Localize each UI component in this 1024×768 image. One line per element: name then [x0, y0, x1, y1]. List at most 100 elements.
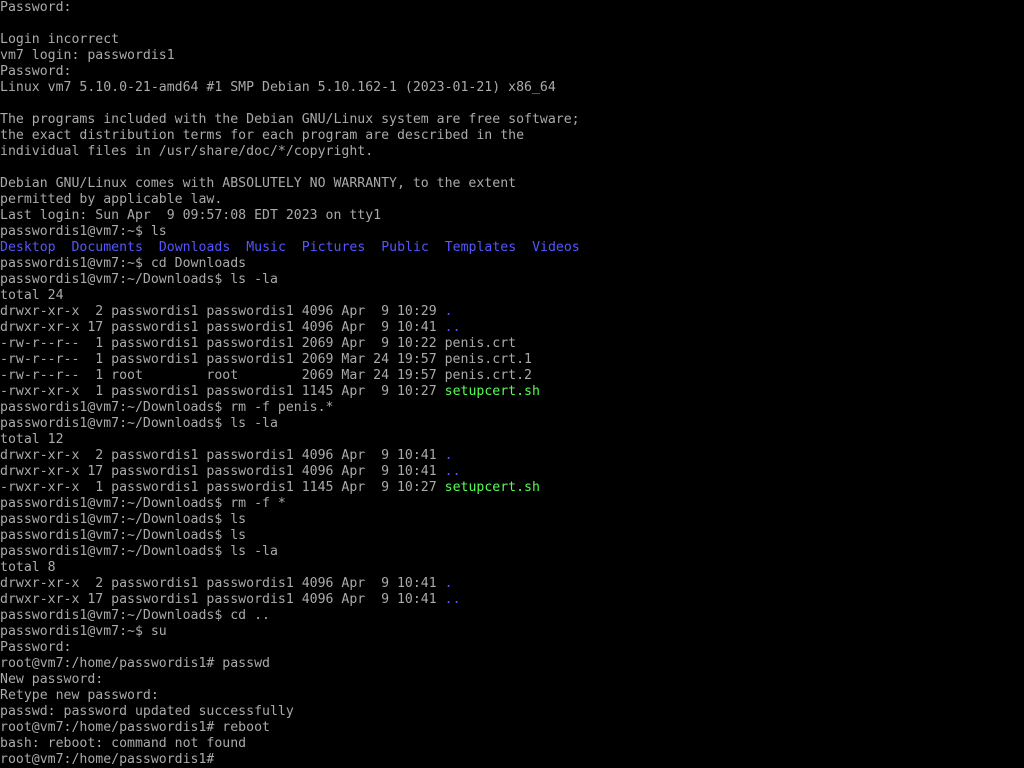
directory-entry: .. — [444, 464, 461, 479]
terminal-text: individual files in /usr/share/doc/*/cop… — [0, 144, 374, 159]
terminal-line: drwxr-xr-x 17 passwordis1 passwordis1 40… — [0, 464, 461, 480]
terminal-line: total 24 — [0, 288, 64, 304]
directory-entry: . — [444, 304, 453, 319]
terminal-text: the exact distribution terms for each pr… — [0, 128, 525, 143]
terminal-text: passwordis1@vm7:~/Downloads$ cd .. — [0, 608, 270, 623]
terminal-text: root@vm7:/home/passwordis1# — [0, 752, 215, 767]
terminal-text: Password: — [0, 640, 72, 655]
directory-entry: .. — [444, 592, 461, 607]
terminal-line: permitted by applicable law. — [0, 192, 222, 208]
terminal-text: Debian GNU/Linux comes with ABSOLUTELY N… — [0, 176, 517, 191]
terminal-text: passwordis1@vm7:~/Downloads$ ls -la — [0, 544, 278, 559]
terminal-line: Retype new password: — [0, 688, 159, 704]
terminal-text: passwordis1@vm7:~$ ls — [0, 224, 167, 239]
terminal-text: Login incorrect — [0, 32, 120, 47]
terminal-line: passwd: password updated successfully — [0, 704, 294, 720]
directory-entry: Music — [246, 240, 286, 255]
terminal-line: bash: reboot: command not found — [0, 736, 246, 752]
terminal-line: Linux vm7 5.10.0-21-amd64 #1 SMP Debian … — [0, 80, 556, 96]
terminal-text: passwordis1@vm7:~$ su — [0, 624, 167, 639]
terminal-text: -rwxr-xr-x 1 passwordis1 passwordis1 114… — [0, 480, 445, 495]
terminal-line: drwxr-xr-x 2 passwordis1 passwordis1 409… — [0, 448, 453, 464]
terminal-line: passwordis1@vm7:~/Downloads$ ls -la — [0, 272, 278, 288]
terminal-text: -rw-r--r-- 1 passwordis1 passwordis1 206… — [0, 352, 532, 367]
terminal-line: root@vm7:/home/passwordis1# reboot — [0, 720, 270, 736]
terminal-console[interactable]: Password: Login incorrect vm7 login: passw… — [0, 0, 1024, 768]
terminal-line: passwordis1@vm7:~$ ls — [0, 224, 167, 240]
directory-entry: Public — [381, 240, 429, 255]
terminal-text: passwordis1@vm7:~/Downloads$ ls -la — [0, 272, 278, 287]
terminal-line: total 12 — [0, 432, 64, 448]
terminal-text: bash: reboot: command not found — [0, 736, 247, 751]
directory-entry: .. — [444, 320, 461, 335]
terminal-text: passwd: password updated successfully — [0, 704, 294, 719]
executable-entry: setupcert.sh — [444, 384, 540, 399]
directory-entry: Documents — [71, 240, 143, 255]
terminal-text: drwxr-xr-x 17 passwordis1 passwordis1 40… — [0, 592, 445, 607]
terminal-line: drwxr-xr-x 2 passwordis1 passwordis1 409… — [0, 304, 453, 320]
terminal-line: -rw-r--r-- 1 passwordis1 passwordis1 206… — [0, 352, 532, 368]
terminal-line: Password: — [0, 64, 71, 80]
directory-entry: . — [444, 448, 453, 463]
terminal-text: vm7 login: passwordis1 — [0, 48, 175, 63]
terminal-text: drwxr-xr-x 2 passwordis1 passwordis1 409… — [0, 576, 445, 591]
terminal-line: passwordis1@vm7:~/Downloads$ ls -la — [0, 544, 278, 560]
terminal-text: New password: — [0, 672, 104, 687]
terminal-line: passwordis1@vm7:~/Downloads$ ls — [0, 528, 246, 544]
terminal-text: Password: — [0, 0, 72, 15]
terminal-text: Last login: Sun Apr 9 09:57:08 EDT 2023 … — [0, 208, 382, 223]
terminal-line: Login incorrect — [0, 32, 119, 48]
terminal-line: passwordis1@vm7:~/Downloads$ ls — [0, 512, 246, 528]
terminal-line: Last login: Sun Apr 9 09:57:08 EDT 2023 … — [0, 208, 381, 224]
terminal-text: passwordis1@vm7:~/Downloads$ rm -f penis… — [0, 400, 334, 415]
terminal-line: New password: — [0, 672, 103, 688]
terminal-text: drwxr-xr-x 17 passwordis1 passwordis1 40… — [0, 464, 445, 479]
terminal-line: Password: — [0, 640, 71, 656]
terminal-text: Password: — [0, 64, 72, 79]
terminal-text: -rw-r--r-- 1 root root 2069 Mar 24 19:57… — [0, 368, 532, 383]
directory-entry: Pictures — [301, 240, 366, 255]
terminal-text: passwordis1@vm7:~/Downloads$ rm -f * — [0, 496, 286, 511]
terminal-line: passwordis1@vm7:~/Downloads$ rm -f * — [0, 496, 286, 512]
terminal-line: -rwxr-xr-x 1 passwordis1 passwordis1 114… — [0, 480, 540, 496]
terminal-line: passwordis1@vm7:~/Downloads$ ls -la — [0, 416, 278, 432]
directory-entry: Downloads — [158, 240, 231, 255]
terminal-line: Debian GNU/Linux comes with ABSOLUTELY N… — [0, 176, 516, 192]
directory-entry: Desktop — [0, 240, 56, 255]
directory-entry: . — [444, 576, 453, 591]
terminal-line: total 8 — [0, 560, 56, 576]
terminal-line: The programs included with the Debian GN… — [0, 112, 580, 128]
directory-entry: Videos — [532, 240, 580, 255]
terminal-line: vm7 login: passwordis1 — [0, 48, 175, 64]
terminal-line: -rw-r--r-- 1 passwordis1 passwordis1 206… — [0, 336, 516, 352]
terminal-line: drwxr-xr-x 17 passwordis1 passwordis1 40… — [0, 592, 461, 608]
terminal-line: Password: — [0, 0, 71, 16]
terminal-text: total 24 — [0, 288, 64, 303]
terminal-text: passwordis1@vm7:~/Downloads$ ls -la — [0, 416, 278, 431]
terminal-line: the exact distribution terms for each pr… — [0, 128, 524, 144]
terminal-text: The programs included with the Debian GN… — [0, 112, 580, 127]
terminal-line: drwxr-xr-x 2 passwordis1 passwordis1 409… — [0, 576, 453, 592]
executable-entry: setupcert.sh — [444, 480, 540, 495]
terminal-text: total 12 — [0, 432, 64, 447]
terminal-text: Retype new password: — [0, 688, 159, 703]
terminal-line: root@vm7:/home/passwordis1# passwd — [0, 656, 270, 672]
terminal-text: -rw-r--r-- 1 passwordis1 passwordis1 206… — [0, 336, 517, 351]
terminal-text: permitted by applicable law. — [0, 192, 223, 207]
terminal-line: root@vm7:/home/passwordis1# — [0, 752, 214, 768]
terminal-text: passwordis1@vm7:~$ cd Downloads — [0, 256, 247, 271]
terminal-line: individual files in /usr/share/doc/*/cop… — [0, 144, 373, 160]
terminal-text: drwxr-xr-x 17 passwordis1 passwordis1 40… — [0, 320, 445, 335]
terminal-text: drwxr-xr-x 2 passwordis1 passwordis1 409… — [0, 448, 445, 463]
terminal-text: root@vm7:/home/passwordis1# passwd — [0, 656, 270, 671]
terminal-line: passwordis1@vm7:~$ cd Downloads — [0, 256, 246, 272]
terminal-line: Desktop Documents Downloads Music Pictur… — [0, 240, 580, 256]
terminal-line: passwordis1@vm7:~$ su — [0, 624, 167, 640]
terminal-line: -rw-r--r-- 1 root root 2069 Mar 24 19:57… — [0, 368, 532, 384]
